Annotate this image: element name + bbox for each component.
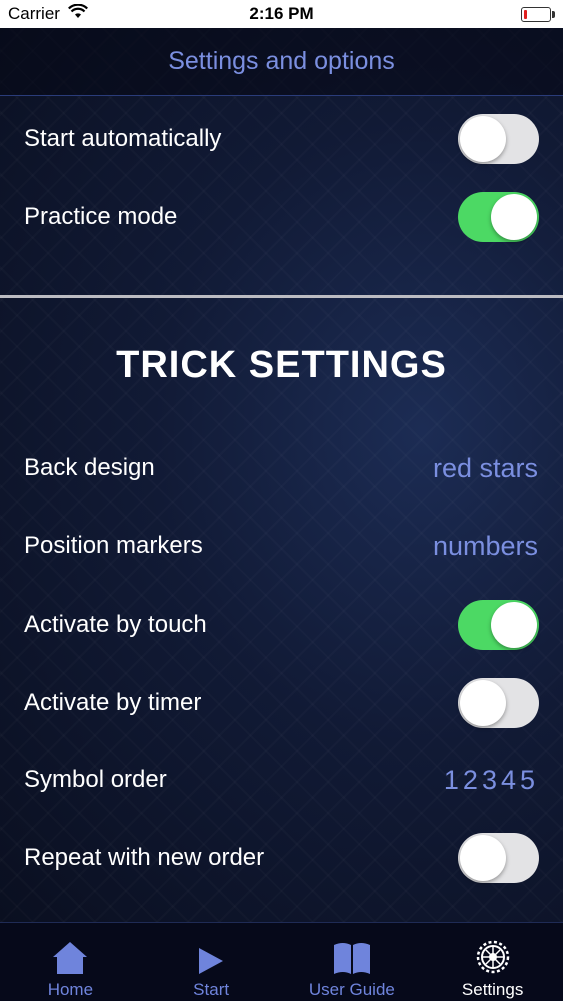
position-markers-row[interactable]: Position markers numbers: [0, 516, 563, 576]
page-title: Settings and options: [168, 47, 395, 75]
tab-bar: Home Start User Guide Settings: [0, 922, 563, 1001]
tab-settings[interactable]: Settings: [422, 923, 563, 1001]
toggle-knob: [491, 602, 537, 648]
repeat-new-order-toggle[interactable]: [458, 833, 539, 883]
activate-by-touch-toggle[interactable]: [458, 600, 539, 650]
symbol-order-value[interactable]: 12345: [444, 765, 539, 796]
navigation-bar: Settings and options: [0, 28, 563, 96]
toggle-knob: [460, 680, 506, 726]
section-divider: [0, 295, 563, 298]
play-icon: [198, 939, 224, 975]
back-design-label: Back design: [24, 454, 155, 481]
start-automatically-row: Start automatically: [0, 109, 563, 169]
carrier-label: Carrier: [8, 4, 60, 23]
repeat-new-order-label: Repeat with new order: [24, 844, 265, 871]
activate-by-touch-row: Activate by touch: [0, 595, 563, 655]
back-design-row[interactable]: Back design red stars: [0, 438, 563, 498]
practice-mode-row: Practice mode: [0, 187, 563, 247]
practice-mode-label: Practice mode: [24, 203, 178, 230]
start-automatically-label: Start automatically: [24, 125, 222, 152]
trick-settings-heading: TRICK SETTINGS: [116, 344, 447, 386]
symbol-order-label: Symbol order: [24, 766, 167, 793]
activate-by-timer-label: Activate by timer: [24, 689, 202, 716]
tab-start-label: Start: [193, 980, 230, 999]
toggle-knob: [491, 194, 537, 240]
tab-settings-label: Settings: [461, 980, 524, 999]
symbol-order-row[interactable]: Symbol order 12345: [0, 750, 563, 810]
book-icon: [333, 939, 371, 975]
activate-by-timer-toggle[interactable]: [458, 678, 539, 728]
position-markers-value[interactable]: numbers: [433, 531, 539, 562]
start-automatically-toggle[interactable]: [458, 114, 539, 164]
settings-screen: Settings and options Start automatically…: [0, 28, 563, 922]
status-bar: Carrier 2:16 PM: [0, 0, 563, 28]
repeat-new-order-row: Repeat with new order: [0, 828, 563, 888]
tab-home[interactable]: Home: [0, 923, 141, 1001]
home-icon: [52, 939, 88, 975]
toggle-knob: [460, 116, 506, 162]
tab-user-guide[interactable]: User Guide: [282, 923, 423, 1001]
practice-mode-toggle[interactable]: [458, 192, 539, 242]
activate-by-timer-row: Activate by timer: [0, 673, 563, 733]
battery-icon: [521, 6, 555, 22]
battery-level: [524, 9, 527, 19]
back-design-value[interactable]: red stars: [433, 453, 539, 484]
wifi-icon: [67, 3, 88, 24]
toggle-knob: [460, 835, 506, 881]
tab-start[interactable]: Start: [141, 923, 282, 1001]
tab-home-label: Home: [47, 980, 94, 999]
position-markers-label: Position markers: [24, 532, 203, 559]
tab-user-guide-label: User Guide: [308, 980, 395, 999]
gear-icon: [475, 939, 511, 975]
activate-by-touch-label: Activate by touch: [24, 611, 207, 638]
